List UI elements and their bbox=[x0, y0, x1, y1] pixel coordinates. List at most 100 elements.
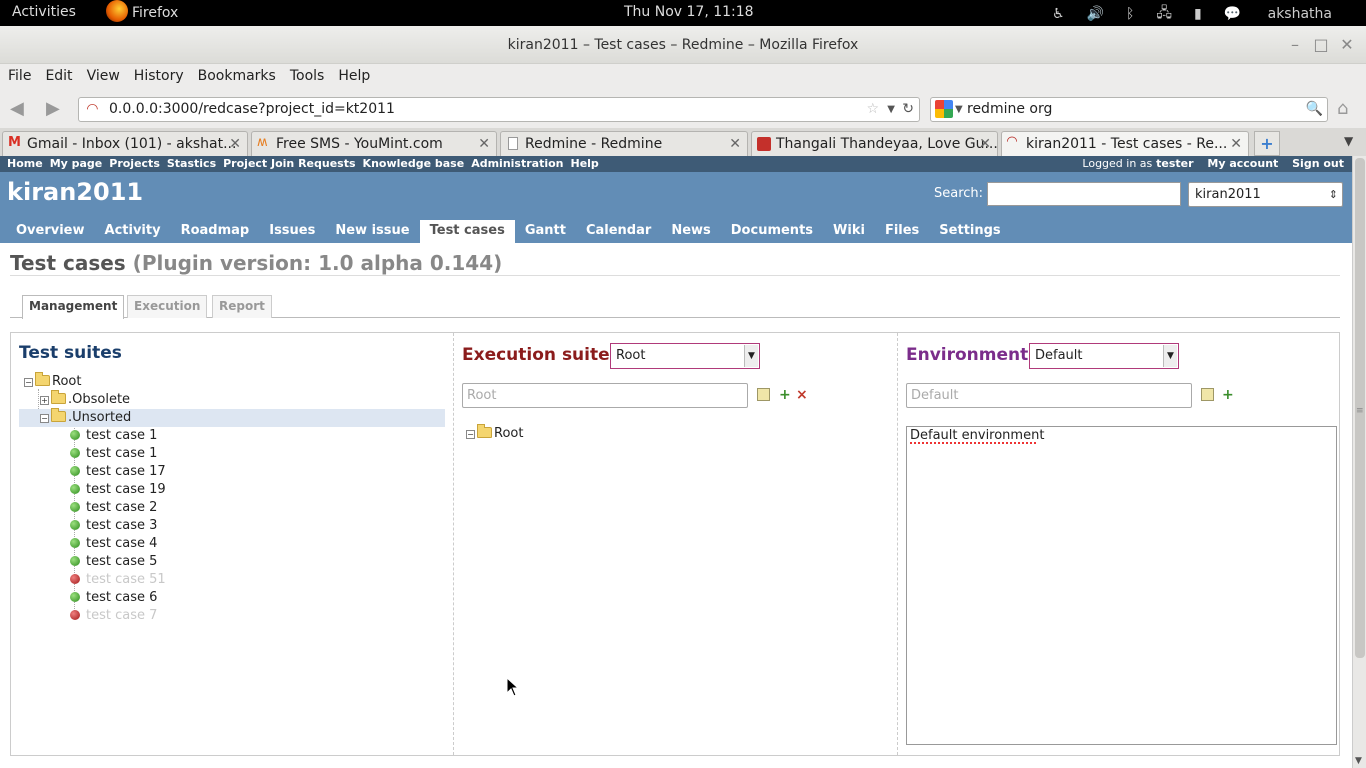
menu-new-issue[interactable]: New issue bbox=[325, 220, 419, 243]
tab-gmail[interactable]: M Gmail - Inbox (101) - akshat... ✕ bbox=[2, 131, 248, 156]
home-icon[interactable]: ⌂ bbox=[1337, 98, 1348, 119]
test-case-item[interactable]: test case 6 bbox=[70, 589, 157, 607]
tree-node-obsolete[interactable]: + .Obsolete bbox=[40, 390, 130, 409]
test-case-item[interactable]: test case 2 bbox=[70, 499, 157, 517]
volume-icon[interactable]: 🔊 bbox=[1087, 6, 1104, 22]
clock[interactable]: Thu Nov 17, 11:18 bbox=[624, 4, 754, 20]
sign-out-link[interactable]: Sign out bbox=[1292, 157, 1344, 170]
network-icon[interactable]: 🖧 bbox=[1156, 2, 1172, 26]
test-case-item[interactable]: test case 51 bbox=[70, 571, 166, 589]
forward-icon[interactable]: ▶ bbox=[46, 98, 60, 119]
menu-settings[interactable]: Settings bbox=[929, 220, 1010, 243]
menu-roadmap[interactable]: Roadmap bbox=[171, 220, 260, 243]
battery-icon[interactable]: ▮ bbox=[1194, 6, 1202, 22]
my-account-link[interactable]: My account bbox=[1207, 157, 1278, 170]
tab-redmine[interactable]: Redmine - Redmine ✕ bbox=[500, 131, 748, 156]
expand-icon[interactable]: + bbox=[40, 396, 49, 405]
tab-report[interactable]: Report bbox=[212, 295, 272, 318]
page-scrollbar[interactable]: ≡ ▼ bbox=[1352, 156, 1366, 768]
menu-tools[interactable]: Tools bbox=[283, 64, 332, 84]
tab-execution[interactable]: Execution bbox=[127, 295, 208, 318]
project-jump-select[interactable]: kiran2011 ⇕ bbox=[1188, 182, 1343, 207]
chevron-down-icon[interactable]: ▼ bbox=[887, 98, 895, 121]
execution-suite-input[interactable]: Root bbox=[462, 383, 748, 408]
activities-button[interactable]: Activities bbox=[12, 4, 76, 20]
site-identity-icon[interactable]: ◠ bbox=[87, 98, 98, 121]
menu-history[interactable]: History bbox=[127, 64, 191, 84]
menu-calendar[interactable]: Calendar bbox=[576, 220, 661, 243]
tab-test-cases[interactable]: ◠ kiran2011 - Test cases - Re... ✕ bbox=[1001, 131, 1249, 156]
back-icon[interactable]: ◀ bbox=[10, 98, 24, 119]
bluetooth-icon[interactable]: ᛒ bbox=[1126, 6, 1134, 22]
menu-files[interactable]: Files bbox=[875, 220, 929, 243]
close-tab-icon[interactable]: ✕ bbox=[478, 132, 490, 156]
test-case-item[interactable]: test case 1 bbox=[70, 445, 157, 463]
close-tab-icon[interactable]: ✕ bbox=[729, 132, 741, 156]
menu-documents[interactable]: Documents bbox=[721, 220, 823, 243]
close-tab-icon[interactable]: ✕ bbox=[979, 132, 991, 156]
test-case-item[interactable]: test case 1 bbox=[70, 427, 157, 445]
execution-suite-select[interactable]: Root ▼ bbox=[610, 343, 760, 369]
execution-tree-root[interactable]: − Root bbox=[466, 424, 523, 443]
top-menu-help[interactable]: Help bbox=[571, 156, 599, 171]
menu-gantt[interactable]: Gantt bbox=[515, 220, 576, 243]
close-tab-icon[interactable]: ✕ bbox=[229, 132, 241, 156]
close-tab-icon[interactable]: ✕ bbox=[1230, 132, 1242, 156]
test-case-item[interactable]: test case 3 bbox=[70, 517, 157, 535]
scroll-down-icon[interactable]: ▼ bbox=[1355, 756, 1362, 766]
logged-in-user-link[interactable]: tester bbox=[1156, 157, 1193, 170]
collapse-icon[interactable]: − bbox=[24, 378, 33, 387]
save-icon[interactable] bbox=[1201, 388, 1214, 401]
search-engine-dropdown-icon[interactable]: ▼ bbox=[955, 98, 963, 121]
bookmark-star-icon[interactable]: ☆ bbox=[866, 98, 879, 121]
test-case-item[interactable]: test case 19 bbox=[70, 481, 166, 499]
new-tab-button[interactable]: + bbox=[1254, 131, 1280, 156]
menu-file[interactable]: File bbox=[0, 64, 38, 84]
add-icon[interactable]: + bbox=[1222, 388, 1234, 402]
menu-test-cases[interactable]: Test cases bbox=[419, 220, 515, 243]
tab-youmint[interactable]: ʍ Free SMS - YouMint.com ✕ bbox=[251, 131, 497, 156]
top-menu-project-join-requests[interactable]: Project Join Requests bbox=[223, 156, 355, 171]
test-case-item[interactable]: test case 5 bbox=[70, 553, 157, 571]
test-case-item[interactable]: test case 7 bbox=[70, 607, 157, 625]
menu-issues[interactable]: Issues bbox=[259, 220, 325, 243]
maximize-icon[interactable]: □ bbox=[1308, 26, 1334, 64]
tab-list-chevron-icon[interactable]: ▼ bbox=[1344, 134, 1353, 148]
close-icon[interactable]: ✕ bbox=[1334, 26, 1360, 64]
menu-news[interactable]: News bbox=[661, 220, 720, 243]
top-menu-administration[interactable]: Administration bbox=[471, 156, 563, 171]
app-menu[interactable]: Firefox bbox=[106, 0, 178, 22]
test-case-item[interactable]: test case 17 bbox=[70, 463, 166, 481]
environment-input[interactable]: Default bbox=[906, 383, 1192, 408]
menu-wiki[interactable]: Wiki bbox=[823, 220, 875, 243]
collapse-icon[interactable]: − bbox=[466, 430, 475, 439]
environment-description[interactable]: Default environment bbox=[906, 426, 1337, 745]
test-case-item[interactable]: test case 4 bbox=[70, 535, 157, 553]
reload-icon[interactable]: ↻ bbox=[902, 98, 914, 121]
top-menu-my-page[interactable]: My page bbox=[50, 156, 103, 171]
tree-node-unsorted[interactable]: − .Unsorted bbox=[19, 408, 445, 427]
url-bar[interactable]: ◠ 0.0.0.0:3000/redcase?project_id=kt2011… bbox=[78, 97, 920, 122]
environment-select[interactable]: Default ▼ bbox=[1029, 343, 1179, 369]
top-menu-projects[interactable]: Projects bbox=[109, 156, 160, 171]
add-icon[interactable]: + bbox=[779, 388, 791, 402]
menu-edit[interactable]: Edit bbox=[38, 64, 79, 84]
menu-help[interactable]: Help bbox=[331, 64, 377, 84]
menu-view[interactable]: View bbox=[80, 64, 127, 84]
minimize-icon[interactable]: – bbox=[1282, 26, 1308, 64]
menu-bookmarks[interactable]: Bookmarks bbox=[191, 64, 283, 84]
tree-node-root[interactable]: − Root bbox=[24, 372, 81, 391]
top-menu-knowledge-base[interactable]: Knowledge base bbox=[363, 156, 465, 171]
top-menu-stastics[interactable]: Stastics bbox=[167, 156, 216, 171]
tab-youtube[interactable]: Thangali Thandeyaa, Love Gu... ✕ bbox=[751, 131, 998, 156]
search-icon[interactable]: 🔍 bbox=[1306, 98, 1323, 121]
google-icon[interactable] bbox=[935, 100, 953, 118]
save-icon[interactable] bbox=[757, 388, 770, 401]
top-menu-home[interactable]: Home bbox=[7, 156, 43, 171]
collapse-icon[interactable]: − bbox=[40, 414, 49, 423]
search-input[interactable] bbox=[987, 182, 1181, 206]
menu-activity[interactable]: Activity bbox=[95, 220, 171, 243]
delete-icon[interactable]: × bbox=[796, 388, 808, 402]
menu-overview[interactable]: Overview bbox=[6, 220, 95, 243]
search-bar[interactable]: ▼ redmine org 🔍 bbox=[930, 97, 1328, 122]
